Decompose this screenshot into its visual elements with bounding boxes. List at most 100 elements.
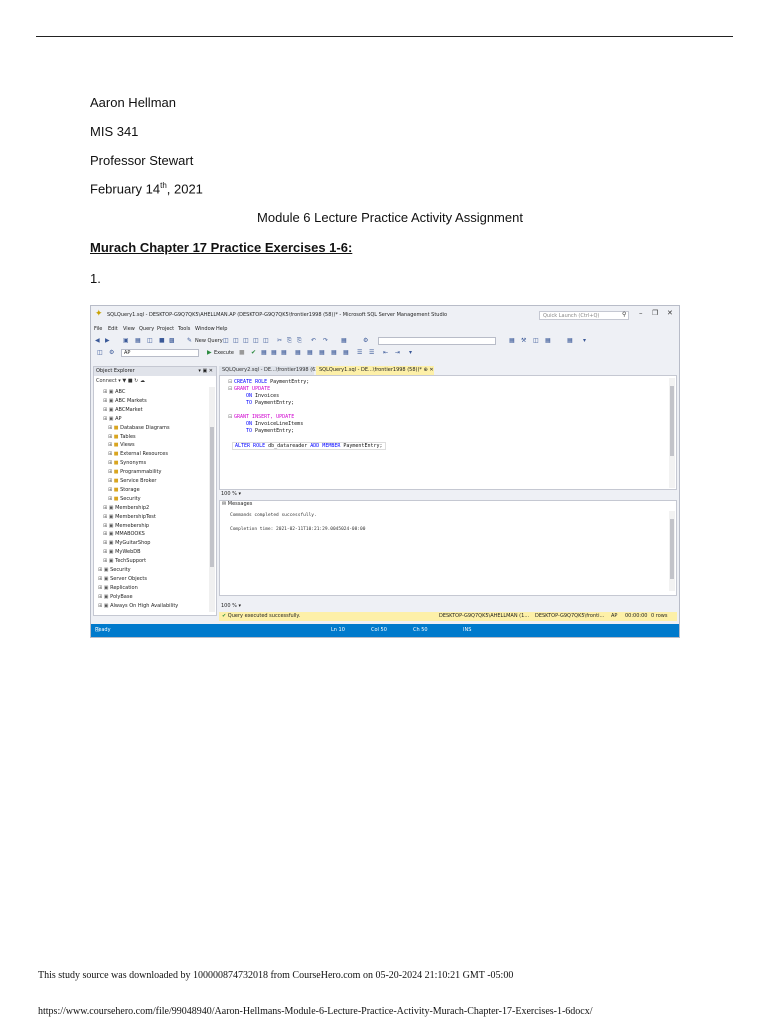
results-to-file-icon[interactable]: ▦: [343, 349, 349, 356]
search-icon[interactable]: ⚲: [622, 311, 626, 318]
panel-controls[interactable]: ▾ ▣ ✕: [198, 367, 213, 376]
menu-tools[interactable]: Tools: [178, 326, 190, 332]
tree-item[interactable]: ⊞ ▣ ABC Markets: [103, 398, 147, 404]
minimize-icon[interactable]: –: [639, 309, 643, 317]
maximize-icon[interactable]: ❐: [652, 309, 658, 317]
chevron-down-icon[interactable]: ▾: [238, 491, 241, 497]
scrollbar-thumb[interactable]: [670, 386, 674, 456]
connect-chevron-icon[interactable]: ▾: [118, 378, 121, 384]
estimated-plan-icon[interactable]: ▦: [261, 349, 267, 356]
open-file-icon[interactable]: ▦: [135, 337, 141, 344]
paste-icon[interactable]: ⎘: [297, 337, 302, 345]
comment-icon[interactable]: ☰: [357, 349, 362, 356]
connect-dropdown[interactable]: Connect: [96, 378, 117, 384]
menu-help[interactable]: Help: [216, 326, 227, 332]
tab-sqlquery2[interactable]: SQLQuery2.sql - DE...\frontier1998 (62))…: [219, 366, 325, 375]
save-all-icon[interactable]: ▩: [169, 337, 175, 344]
menu-project[interactable]: Project: [157, 326, 174, 332]
query-analysis-icon[interactable]: ◫: [233, 337, 239, 344]
results-to-text-icon[interactable]: ▦: [331, 349, 337, 356]
client-stats-icon[interactable]: ▦: [319, 349, 325, 356]
menu-query[interactable]: Query: [139, 326, 154, 332]
tree-item[interactable]: ⊞ ■ Views: [108, 442, 135, 448]
tree-item[interactable]: ⊞ ▣ Security: [98, 567, 131, 573]
tree-item[interactable]: ⊞ ■ Synonyms: [108, 460, 146, 466]
results-to-grid-icon[interactable]: ▦: [271, 349, 277, 356]
messages-tab[interactable]: ✉ Messages: [222, 501, 252, 507]
menu-file[interactable]: File: [94, 326, 102, 332]
tree-item[interactable]: ⊞ ■ Storage: [108, 487, 140, 493]
window-layout-icon[interactable]: ▦: [567, 337, 573, 344]
source-url[interactable]: https://www.coursehero.com/file/99048940…: [38, 1006, 593, 1017]
toolbox-icon[interactable]: ▦: [545, 337, 551, 344]
collapse-icon[interactable]: ⊟: [228, 379, 232, 385]
new-query-icon[interactable]: ✎: [187, 337, 192, 344]
editor-zoom-level[interactable]: 100 %: [221, 491, 237, 497]
scrollbar-thumb[interactable]: [210, 427, 214, 567]
tree-item[interactable]: ⊞ ▣ ABC: [103, 389, 125, 395]
execute-button[interactable]: Execute: [214, 350, 234, 356]
query-db-icon[interactable]: ◫: [223, 337, 229, 344]
redo-icon[interactable]: ↷: [323, 337, 328, 344]
close-icon[interactable]: ✕: [667, 309, 673, 317]
query-xmla-icon[interactable]: ◫: [263, 337, 269, 344]
tree-item[interactable]: ⊞ ▣ MyWebDB: [103, 549, 141, 555]
properties-icon[interactable]: ▦: [509, 337, 515, 344]
results-scrollbar[interactable]: [669, 511, 675, 591]
pin-icon[interactable]: ⊕: [424, 367, 428, 373]
connect-icon[interactable]: ⚙: [109, 349, 114, 356]
object-explorer-icon[interactable]: ◫: [533, 337, 539, 344]
stop-icon[interactable]: ■: [239, 349, 245, 356]
menu-edit[interactable]: Edit: [108, 326, 118, 332]
tree-item[interactable]: ⊞ ▣ MMABOOKS: [103, 531, 145, 537]
forward-icon[interactable]: ▶: [105, 337, 110, 344]
cut-icon[interactable]: ✂: [277, 337, 282, 344]
uncomment-icon[interactable]: ☰: [369, 349, 374, 356]
undo-icon[interactable]: ↶: [311, 337, 316, 344]
tree-item[interactable]: ⊞ ▣ Memebership: [103, 523, 149, 529]
menu-view[interactable]: View: [123, 326, 135, 332]
tree-item[interactable]: ⊞ ■ Programmability: [108, 469, 161, 475]
quick-launch-input[interactable]: Quick Launch (Ctrl+Q): [539, 311, 629, 320]
tab-sqlquery1[interactable]: SQLQuery1.sql - DE...\frontier1998 (58))…: [316, 366, 434, 375]
scrollbar-thumb[interactable]: [670, 519, 674, 579]
specify-values-icon[interactable]: ▾: [409, 349, 412, 356]
customize-icon[interactable]: ▾: [583, 337, 586, 344]
tree-item[interactable]: ⊞ ■ Service Broker: [108, 478, 156, 484]
refresh-icon[interactable]: ↻: [134, 378, 138, 384]
editor-scrollbar[interactable]: [669, 378, 675, 488]
query-dmx-icon[interactable]: ◫: [253, 337, 259, 344]
execute-icon[interactable]: ▶: [207, 349, 212, 356]
tree-item[interactable]: ⊞ ▣ Server Objects: [98, 576, 147, 582]
results-zoom-level[interactable]: 100 %: [221, 603, 237, 609]
tree-item[interactable]: ⊞ ■ Database Diagrams: [108, 425, 170, 431]
query-options-icon[interactable]: ▦: [295, 349, 301, 356]
tree-item[interactable]: ⊞ ▣ PolyBase: [98, 594, 133, 600]
tree-item[interactable]: ⊞ ▣ MyGuitarShop: [103, 540, 150, 546]
copy-icon[interactable]: ⎘: [287, 337, 292, 345]
object-explorer-scrollbar[interactable]: [209, 387, 215, 612]
tree-item[interactable]: ⊞ ■ Security: [108, 496, 141, 502]
tree-item[interactable]: ⊞ ■ Tables: [108, 434, 136, 440]
actual-plan-icon[interactable]: ▦: [307, 349, 313, 356]
chevron-down-icon[interactable]: ▾: [238, 603, 241, 609]
filter-icon[interactable]: ▼: [122, 378, 126, 384]
intellisense-icon[interactable]: ▦: [281, 349, 287, 356]
increase-indent-icon[interactable]: ⇥: [395, 349, 400, 356]
parse-icon[interactable]: ✔: [251, 349, 256, 356]
tree-item[interactable]: ⊞ ▣ Always On High Availability: [98, 603, 178, 609]
menu-window[interactable]: Window: [195, 326, 215, 332]
activity-icon[interactable]: ☁: [140, 378, 145, 384]
available-db-icon[interactable]: ◫: [97, 349, 103, 356]
open-folder-icon[interactable]: ◫: [147, 337, 153, 344]
stop-icon[interactable]: ■: [128, 378, 133, 384]
tree-item[interactable]: ⊞ ▣ Replication: [98, 585, 138, 591]
close-tab-icon[interactable]: ✕: [429, 367, 433, 373]
decrease-indent-icon[interactable]: ⇤: [383, 349, 388, 356]
tree-item[interactable]: ⊞ ▣ MembershipTest: [103, 514, 156, 520]
debug-icon[interactable]: ⚙: [363, 337, 368, 344]
query-mdx-icon[interactable]: ◫: [243, 337, 249, 344]
collapse-icon[interactable]: ⊟: [228, 386, 232, 392]
tree-item[interactable]: ⊞ ▣ TechSupport: [103, 558, 146, 564]
tree-item[interactable]: ⊞ ▣ AP: [103, 416, 122, 422]
